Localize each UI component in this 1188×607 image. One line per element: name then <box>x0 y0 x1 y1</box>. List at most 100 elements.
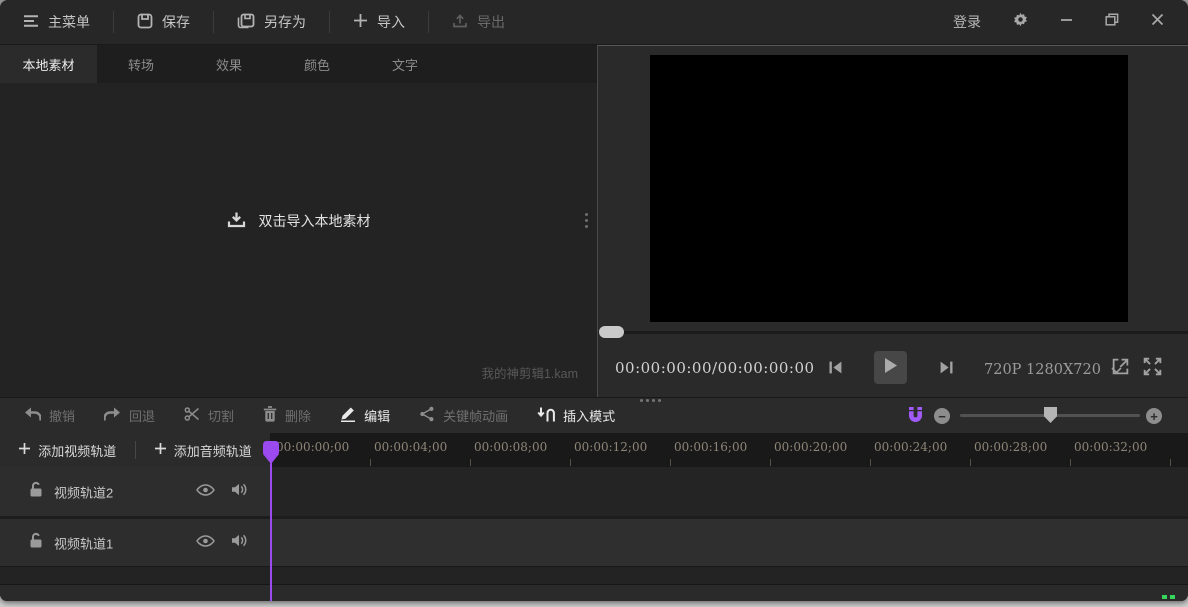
play-button[interactable] <box>874 351 907 384</box>
track-lane-video2[interactable] <box>270 467 1188 516</box>
menu-icon <box>23 14 39 31</box>
ruler-tick <box>370 459 371 466</box>
settings-button[interactable] <box>1013 12 1028 32</box>
fullscreen-button[interactable] <box>1143 357 1162 381</box>
import-button[interactable]: 导入 <box>330 0 428 44</box>
insert-mode-icon <box>537 407 555 425</box>
ruler-label: 00:00:32;00 <box>1074 440 1147 454</box>
save-as-button[interactable]: 另存为 <box>214 0 329 44</box>
ruler-label: 00:00:24;00 <box>874 440 947 454</box>
ruler-tick <box>1070 459 1071 466</box>
cut-label: 切割 <box>208 406 234 425</box>
minimize-icon <box>1060 13 1073 31</box>
ruler-label: 00:00:12;00 <box>574 440 647 454</box>
playhead-handle[interactable] <box>263 441 279 456</box>
tab-local-media[interactable]: 本地素材 <box>0 45 97 83</box>
tab-color[interactable]: 颜色 <box>273 45 361 83</box>
ruler-tick <box>770 459 771 466</box>
eye-icon[interactable] <box>196 483 215 501</box>
timeline-header: 添加视频轨道 添加音频轨道 00:00:00;00 00:00:04;00 00… <box>0 433 1188 467</box>
topbar-right-group: 登录 <box>953 12 1188 32</box>
ruler-label: 00:00:20;00 <box>774 440 847 454</box>
save-button[interactable]: 保存 <box>114 0 213 44</box>
skip-to-start-button[interactable] <box>828 360 843 380</box>
playhead-line <box>270 458 272 601</box>
eye-icon[interactable] <box>196 534 215 552</box>
tab-text[interactable]: 文字 <box>361 45 449 83</box>
timeline-zoom-slider-handle[interactable] <box>1044 407 1057 423</box>
project-filename: 我的神剪辑1.kam <box>481 363 578 382</box>
preview-seek-bar[interactable] <box>598 331 1188 334</box>
timeline-zoom-in-button[interactable]: + <box>1146 408 1162 424</box>
lock-open-icon[interactable] <box>29 481 43 502</box>
minimize-button[interactable] <box>1060 13 1073 31</box>
close-button[interactable] <box>1151 13 1164 31</box>
add-audio-track-button[interactable]: 添加音频轨道 <box>136 441 271 460</box>
ruler-tick <box>1170 459 1171 466</box>
plus-icon <box>353 13 368 31</box>
snapshot-button[interactable] <box>1111 357 1130 381</box>
import-media-dropzone[interactable]: 双击导入本地素材 <box>0 211 597 231</box>
video-preview <box>650 55 1128 322</box>
redo-icon <box>104 407 121 424</box>
skip-start-icon <box>828 360 843 380</box>
ruler-label: 00:00:08;00 <box>474 440 547 454</box>
ruler-tick <box>670 459 671 466</box>
track-header-video1: 视频轨道1 <box>0 519 270 566</box>
main-menu-button[interactable]: 主菜单 <box>0 0 113 44</box>
local-media-panel: 双击导入本地素材 我的神剪辑1.kam <box>0 83 597 397</box>
ruler-tick <box>470 459 471 466</box>
save-icon <box>137 13 153 32</box>
ruler-label: 00:00:00;00 <box>276 440 349 454</box>
snap-toggle-button[interactable] <box>906 406 925 430</box>
ruler-label: 00:00:04;00 <box>374 440 447 454</box>
speaker-icon[interactable] <box>231 482 247 501</box>
horizontal-resize-handle[interactable] <box>640 399 661 402</box>
vertical-resize-handle[interactable] <box>585 213 588 228</box>
play-icon <box>883 357 898 379</box>
ruler-tick <box>870 459 871 466</box>
skip-to-end-button[interactable] <box>939 360 954 380</box>
status-indicator-dots <box>1162 595 1175 599</box>
export-button[interactable]: 导出 <box>429 0 528 44</box>
cut-button[interactable]: 切割 <box>184 406 234 425</box>
snapshot-icon <box>1111 357 1130 381</box>
track-header-video2: 视频轨道2 <box>0 467 270 516</box>
preview-seek-handle[interactable] <box>599 326 624 338</box>
lock-open-icon[interactable] <box>29 532 43 553</box>
export-icon <box>452 13 468 32</box>
insert-mode-label: 插入模式 <box>563 406 615 425</box>
download-icon <box>227 211 246 231</box>
tab-transitions[interactable]: 转场 <box>97 45 185 83</box>
restore-button[interactable] <box>1105 13 1119 31</box>
add-video-track-button[interactable]: 添加视频轨道 <box>0 441 135 460</box>
keyframe-animation-label: 关键帧动画 <box>443 406 508 425</box>
undo-button[interactable]: 撤销 <box>24 406 75 425</box>
resolution-dropdown[interactable]: 720P 1280X720 <box>984 361 1122 379</box>
preview-panel: 00:00:00:00/00:00:00:00 720P 1280X720 <box>597 45 1188 397</box>
zoom-out-icon: − <box>934 408 950 424</box>
timecode-display: 00:00:00:00/00:00:00:00 <box>615 359 815 377</box>
timeline-scrollbar-strip <box>0 584 1188 601</box>
track-lane-video1[interactable] <box>270 519 1188 566</box>
save-as-icon <box>237 13 255 32</box>
tab-effects[interactable]: 效果 <box>185 45 273 83</box>
import-label: 导入 <box>377 12 405 32</box>
insert-mode-button[interactable]: 插入模式 <box>537 406 615 425</box>
plus-icon <box>154 442 167 458</box>
fullscreen-icon <box>1143 357 1162 381</box>
delete-button[interactable]: 删除 <box>263 406 311 425</box>
redo-button[interactable]: 回退 <box>104 406 155 425</box>
login-button[interactable]: 登录 <box>953 12 981 32</box>
video-editor-window: 主菜单 保存 另存为 导入 导出 登录 本地素材 <box>0 0 1188 601</box>
timeline-empty-strip <box>0 566 1188 584</box>
skip-end-icon <box>939 360 954 380</box>
plus-icon <box>18 442 31 458</box>
resolution-value: 720P 1280X720 <box>984 362 1101 378</box>
keyframe-animation-button[interactable]: 关键帧动画 <box>419 406 508 425</box>
timeline-zoom-out-button[interactable]: − <box>934 408 950 424</box>
speaker-icon[interactable] <box>231 533 247 552</box>
timeline-ruler[interactable]: 00:00:00;00 00:00:04;00 00:00:08;00 00:0… <box>270 433 1188 467</box>
edit-button[interactable]: 编辑 <box>340 406 390 425</box>
ruler-label: 00:00:28;00 <box>974 440 1047 454</box>
